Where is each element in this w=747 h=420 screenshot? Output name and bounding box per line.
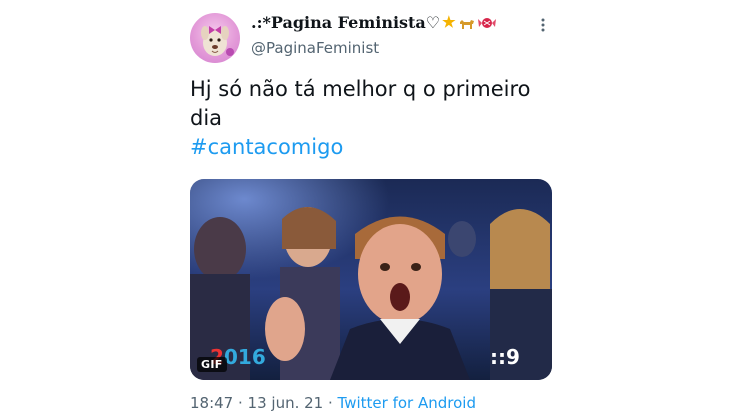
gif-frame-image: 2 016 ::9 (190, 179, 552, 380)
tweet-footer: 18:47 · 13 jun. 21 · Twitter for Android (190, 394, 476, 412)
candy-emoji-icon (477, 17, 496, 28)
tweet: .:*Pagina Feminista♡ ★ @PaginaFeminist H… (0, 0, 747, 420)
more-options-icon[interactable] (536, 16, 550, 34)
footer-separator: · (323, 394, 338, 412)
footer-separator: · (233, 394, 248, 412)
hashtag-link[interactable]: #cantacomigo (190, 133, 560, 162)
tweet-date[interactable]: 13 jun. 21 (248, 394, 324, 412)
author-display-name-row[interactable]: .:*Pagina Feminista♡ ★ (251, 13, 496, 32)
svg-text:::9: ::9 (490, 345, 520, 369)
tweet-text-line: Hj só não tá melhor q o primeiro (190, 77, 531, 101)
tweet-text-line: dia (190, 106, 223, 130)
gif-badge: GIF (197, 357, 227, 372)
tweet-source-link[interactable]: Twitter for Android (338, 394, 476, 412)
author-display-name[interactable]: .:*Pagina Feminista♡ (251, 13, 440, 32)
dog-emoji-icon (459, 19, 474, 29)
avatar[interactable] (190, 13, 240, 63)
svg-text:016: 016 (224, 345, 266, 369)
avatar-dog-image (201, 26, 234, 56)
tweet-gif-media[interactable]: 2 016 ::9 GIF (190, 179, 552, 380)
author-handle[interactable]: @PaginaFeminist (251, 39, 379, 57)
tweet-time[interactable]: 18:47 (190, 394, 233, 412)
star-emoji-icon: ★ (442, 13, 456, 31)
tweet-text: Hj só não tá melhor q o primeiro dia #ca… (190, 75, 560, 162)
